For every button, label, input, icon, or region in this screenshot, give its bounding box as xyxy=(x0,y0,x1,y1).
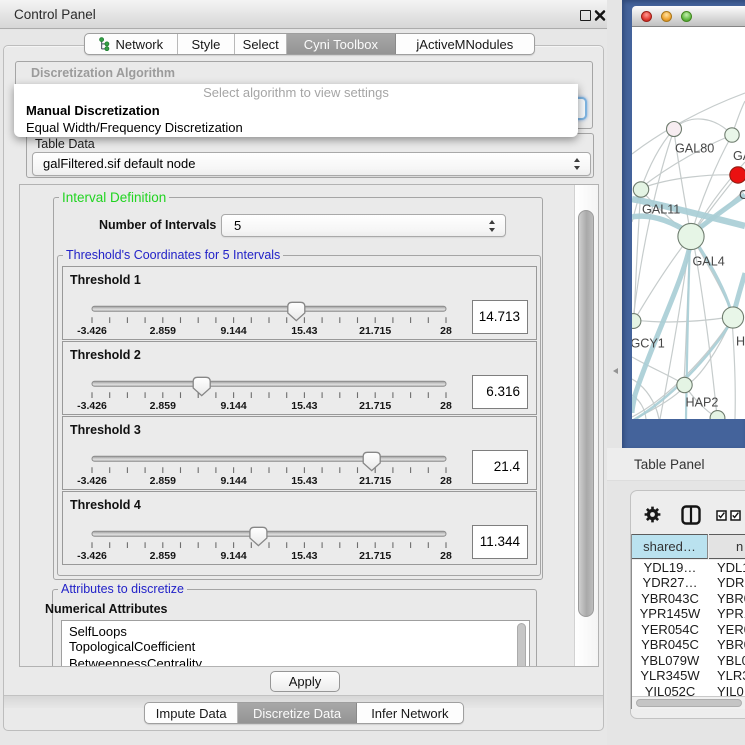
svg-text:H: H xyxy=(736,335,745,349)
svg-text:GAL80: GAL80 xyxy=(675,142,714,156)
svg-text:-3.426: -3.426 xyxy=(77,325,107,337)
svg-text:21.715: 21.715 xyxy=(359,400,391,412)
svg-text:HAP2: HAP2 xyxy=(686,396,719,410)
svg-text:28: 28 xyxy=(440,550,452,562)
svg-text:28: 28 xyxy=(440,325,452,337)
svg-text:21.715: 21.715 xyxy=(359,475,391,487)
svg-text:-3.426: -3.426 xyxy=(77,550,107,562)
svg-text:GCY1: GCY1 xyxy=(632,337,665,351)
svg-text:GAL11: GAL11 xyxy=(642,203,680,217)
svg-text:15.43: 15.43 xyxy=(291,325,317,337)
svg-text:9.144: 9.144 xyxy=(220,325,246,337)
svg-text:-3.426: -3.426 xyxy=(77,475,107,487)
svg-text:GAL4: GAL4 xyxy=(693,255,725,269)
svg-text:9.144: 9.144 xyxy=(220,550,246,562)
svg-text:15.43: 15.43 xyxy=(291,475,317,487)
svg-text:GAL: GAL xyxy=(733,149,745,163)
svg-text:21.715: 21.715 xyxy=(359,550,391,562)
svg-text:2.859: 2.859 xyxy=(150,325,176,337)
svg-text:9.144: 9.144 xyxy=(220,475,246,487)
svg-text:15.43: 15.43 xyxy=(291,400,317,412)
svg-text:2.859: 2.859 xyxy=(150,550,176,562)
svg-text:2.859: 2.859 xyxy=(150,400,176,412)
svg-text:15.43: 15.43 xyxy=(291,550,317,562)
svg-text:C: C xyxy=(739,188,745,202)
svg-text:-3.426: -3.426 xyxy=(77,400,107,412)
svg-text:28: 28 xyxy=(440,475,452,487)
svg-text:21.715: 21.715 xyxy=(359,325,391,337)
svg-text:9.144: 9.144 xyxy=(220,400,246,412)
svg-text:28: 28 xyxy=(440,400,452,412)
svg-text:2.859: 2.859 xyxy=(150,475,176,487)
